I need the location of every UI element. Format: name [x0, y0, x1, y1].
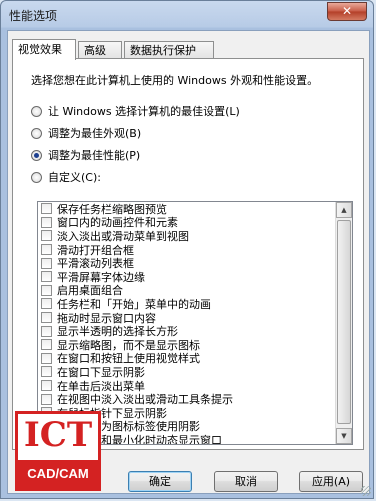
- checkbox[interactable]: [41, 244, 52, 256]
- checkbox[interactable]: [41, 216, 52, 228]
- radio-best-performance[interactable]: 调整为最佳性能(P): [31, 147, 140, 163]
- checkbox[interactable]: [41, 352, 52, 364]
- logo-subtext: CAD/CAM: [18, 460, 98, 488]
- checkbox[interactable]: [41, 284, 52, 296]
- radio-best-appearance[interactable]: 调整为最佳外观(B): [31, 125, 141, 141]
- checkbox[interactable]: [41, 271, 52, 283]
- scroll-up-icon[interactable]: ▲: [336, 202, 352, 218]
- tab-data-execution-prevention[interactable]: 数据执行保护: [124, 41, 214, 58]
- radio-button[interactable]: [31, 105, 42, 117]
- close-button[interactable]: ✕: [327, 2, 367, 21]
- checkbox[interactable]: [41, 393, 52, 405]
- radio-button-selected[interactable]: [31, 149, 42, 161]
- checkbox[interactable]: [41, 257, 52, 269]
- cancel-button[interactable]: 取消: [214, 471, 278, 492]
- radio-label: 自定义(C):: [48, 171, 101, 184]
- effects-checklist[interactable]: 保存任务栏缩略图预览 窗口内的动画控件和元素 淡入淡出或滑动菜单到视图 滑动打开组合框…: [37, 201, 353, 445]
- apply-button[interactable]: 应用(A): [299, 471, 363, 492]
- scroll-thumb[interactable]: [337, 220, 351, 424]
- checkbox[interactable]: [41, 230, 52, 242]
- radio-label: 让 Windows 选择计算机的最佳设置(L): [48, 105, 240, 118]
- checkbox[interactable]: [41, 366, 52, 378]
- checklist-items: 保存任务栏缩略图预览 窗口内的动画控件和元素 淡入淡出或滑动菜单到视图 滑动打开组合框…: [38, 202, 336, 444]
- performance-options-window: 性能选项 ✕ 视觉效果 高级 数据执行保护 选择您想在此计算机上使用的 Wind…: [0, 0, 374, 499]
- tab-visual-effects[interactable]: 视觉效果: [12, 39, 76, 60]
- checkbox[interactable]: [41, 339, 52, 351]
- radio-label: 调整为最佳外观(B): [48, 127, 142, 140]
- radio-button[interactable]: [31, 171, 42, 183]
- tab-advanced[interactable]: 高级: [78, 41, 122, 58]
- checkbox[interactable]: [41, 298, 52, 310]
- intro-text: 选择您想在此计算机上使用的 Windows 外观和性能设置。: [31, 74, 319, 87]
- checkbox[interactable]: [41, 203, 52, 215]
- ict-cadcam-logo: ICT CAD/CAM: [15, 411, 101, 491]
- visual-effects-panel: 选择您想在此计算机上使用的 Windows 外观和性能设置。 让 Windows…: [12, 58, 364, 450]
- vertical-scrollbar[interactable]: ▲ ▼: [335, 202, 352, 444]
- checkbox[interactable]: [41, 325, 52, 337]
- logo-text: ICT: [23, 415, 93, 455]
- checkbox[interactable]: [41, 312, 52, 324]
- window-title: 性能选项: [9, 9, 58, 23]
- radio-custom[interactable]: 自定义(C):: [31, 169, 101, 185]
- radio-label: 调整为最佳性能(P): [48, 149, 141, 162]
- ok-button[interactable]: 确定: [128, 471, 192, 492]
- resize-grip-icon[interactable]: [361, 486, 371, 496]
- scroll-down-icon[interactable]: ▼: [336, 428, 352, 444]
- checkbox[interactable]: [41, 380, 52, 392]
- radio-button[interactable]: [31, 127, 42, 139]
- radio-let-windows-choose[interactable]: 让 Windows 选择计算机的最佳设置(L): [31, 103, 240, 119]
